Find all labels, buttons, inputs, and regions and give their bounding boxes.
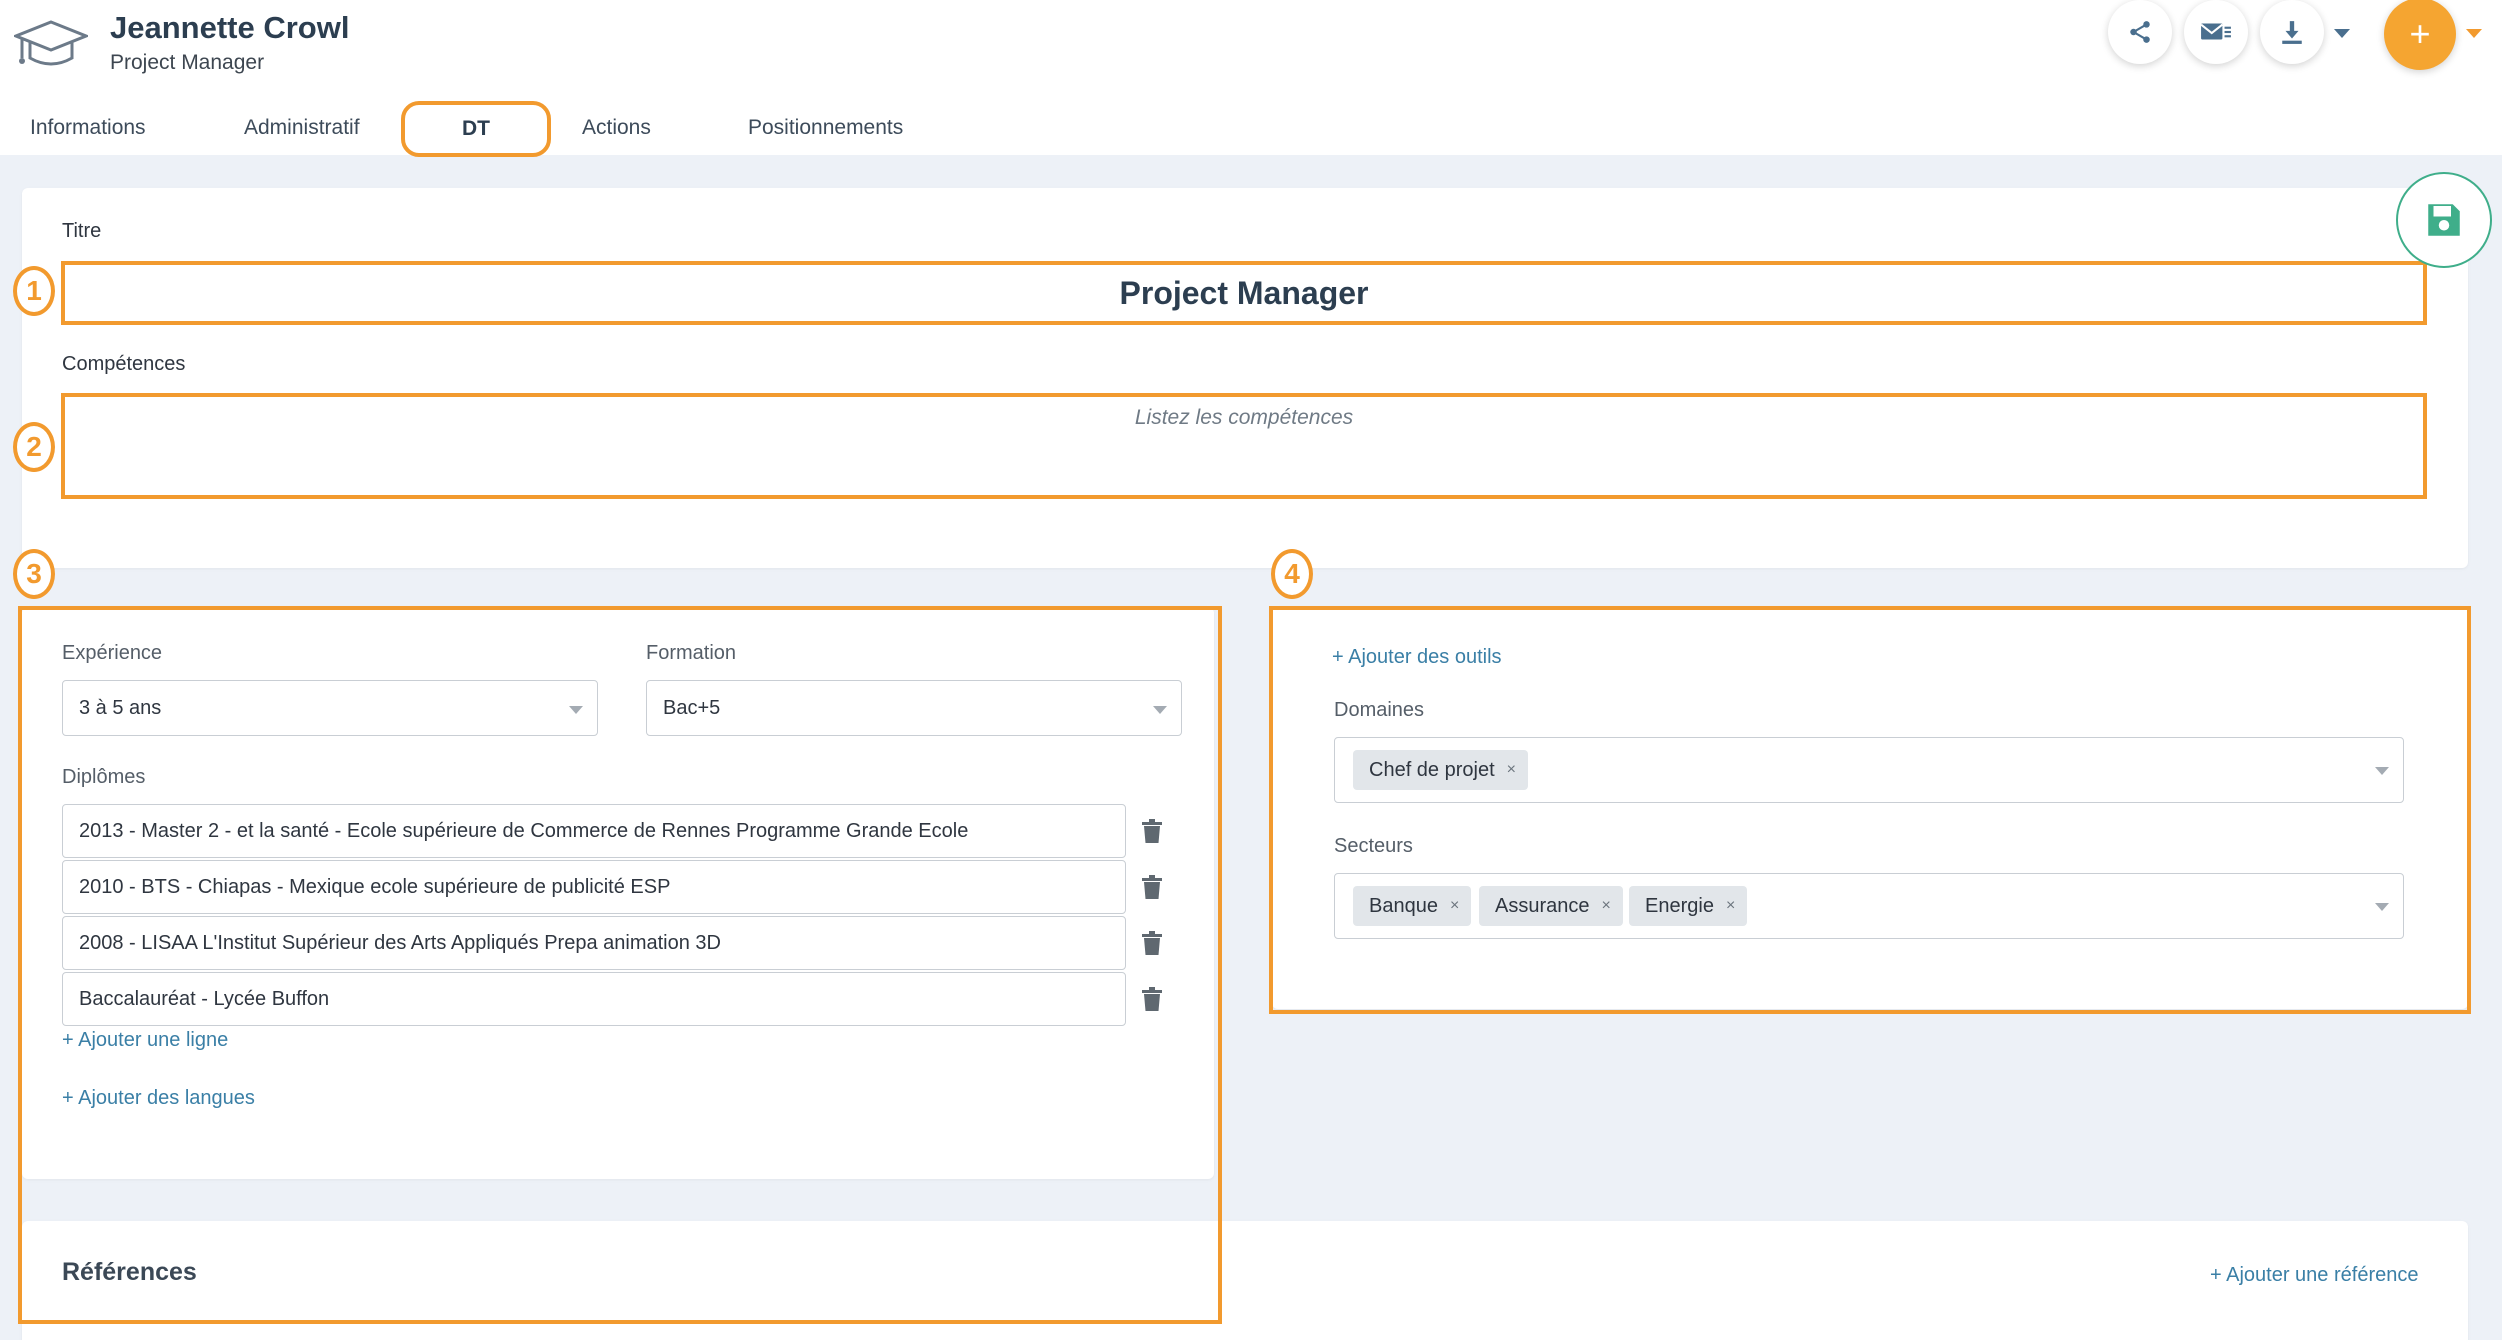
download-button[interactable]: [2260, 0, 2324, 64]
chevron-down-icon[interactable]: [2466, 29, 2482, 38]
download-icon: [2282, 21, 2302, 44]
annotation-box-4: [1269, 606, 2471, 1014]
candidate-name: Jeannette Crowl: [110, 10, 350, 45]
titre-label: Titre: [62, 220, 102, 242]
save-button[interactable]: [2396, 172, 2492, 268]
mail-list-icon: [2200, 23, 2231, 40]
competences-label: Compétences: [62, 353, 186, 375]
tab-positionnements[interactable]: Positionnements: [748, 116, 903, 140]
top-header: Jeannette Crowl Project Manager + Inform…: [0, 0, 2502, 157]
candidate-role: Project Manager: [110, 51, 265, 74]
annotation-box-3: [18, 606, 1222, 1324]
mail-button[interactable]: [2184, 0, 2248, 64]
save-icon: [2428, 204, 2460, 236]
annotation-number-2: 2: [13, 422, 55, 472]
annotation-number-4: 4: [1271, 549, 1313, 599]
tab-dt[interactable]: DT: [401, 101, 551, 157]
share-icon: [2130, 21, 2150, 43]
annotation-number-3: 3: [13, 549, 55, 599]
tab-actions[interactable]: Actions: [582, 116, 651, 140]
annotation-number-1: 1: [13, 266, 55, 316]
tab-administratif[interactable]: Administratif: [244, 116, 360, 140]
chevron-down-icon[interactable]: [2334, 29, 2350, 38]
share-button[interactable]: [2108, 0, 2172, 64]
tab-informations[interactable]: Informations: [30, 116, 146, 140]
plus-icon[interactable]: +: [2384, 0, 2456, 70]
annotation-box-2: [61, 393, 2427, 499]
graduation-cap-icon: [14, 20, 88, 66]
title-skills-card: [22, 188, 2468, 568]
annotation-box-1: [61, 261, 2427, 325]
add-reference-link[interactable]: + Ajouter une référence: [2210, 1264, 2418, 1287]
